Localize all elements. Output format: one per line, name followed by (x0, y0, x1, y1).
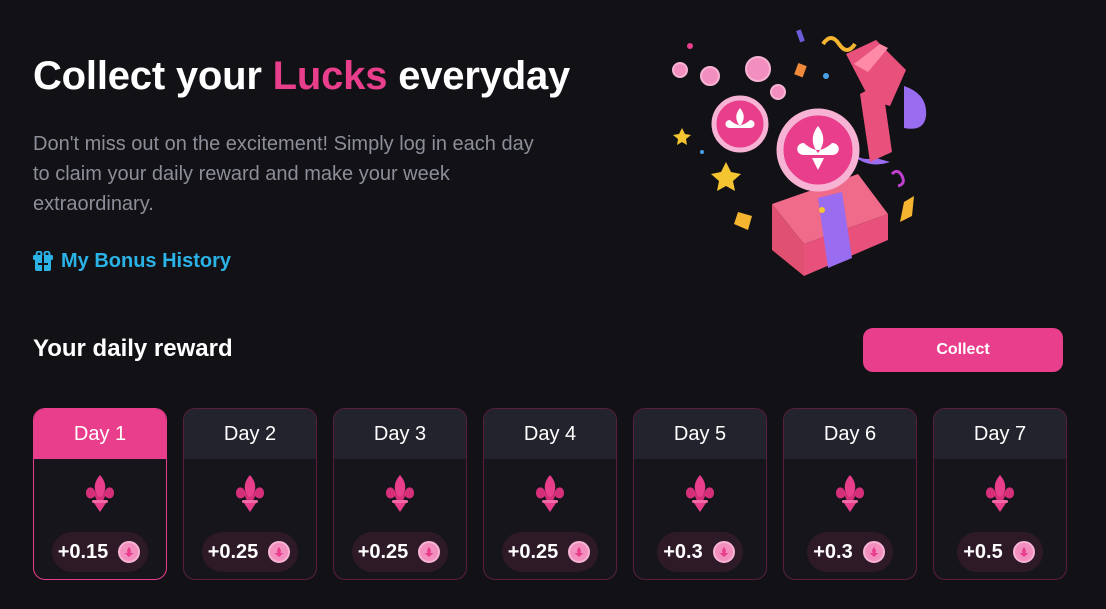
fleur-de-lis-icon (984, 459, 1016, 518)
reward-amount: +0.25 (507, 540, 559, 563)
bonus-history-label: My Bonus History (61, 250, 232, 272)
fleur-de-lis-icon (684, 459, 716, 518)
reward-amount-pill: +0.25 (501, 532, 599, 572)
gift-icon (33, 250, 53, 273)
day-card-1[interactable]: Day 1 +0.15 (33, 408, 167, 580)
day-label: Day 7 (934, 409, 1066, 459)
day-card-3[interactable]: Day 3 +0.25 (333, 408, 467, 580)
title-accent: Lucks (272, 54, 388, 98)
reward-amount: +0.25 (207, 540, 259, 563)
fleur-de-lis-icon (234, 459, 266, 518)
luck-coin-icon (418, 541, 441, 563)
reward-amount: +0.25 (357, 540, 409, 563)
reward-amount-pill: +0.3 (657, 532, 743, 572)
reward-amount-pill: +0.3 (807, 532, 893, 572)
fleur-de-lis-icon (834, 459, 866, 518)
day-card-4[interactable]: Day 4 +0.25 (483, 408, 617, 580)
day-label: Day 6 (784, 409, 916, 459)
reward-amount-pill: +0.25 (201, 532, 299, 572)
day-card-2[interactable]: Day 2 +0.25 (183, 408, 317, 580)
title-suffix: everyday (387, 54, 571, 98)
day-label: Day 5 (634, 409, 766, 459)
fleur-de-lis-icon (534, 459, 566, 518)
day-card-6[interactable]: Day 6 +0.3 (783, 408, 917, 580)
reward-amount-pill: +0.15 (51, 532, 149, 572)
luck-coin-icon (268, 541, 291, 563)
reward-amount: +0.3 (813, 540, 853, 563)
day-label: Day 3 (334, 409, 466, 459)
luck-coin-icon (568, 541, 591, 563)
daily-reward-cards: Day 1 +0.15 Day 2 +0.25 Day 3 +0.25 Day … (33, 408, 1067, 580)
bonus-history-link[interactable]: My Bonus History (33, 250, 231, 273)
fleur-de-lis-icon (384, 459, 416, 518)
daily-reward-title: Your daily reward (33, 335, 233, 362)
gift-box-illustration (668, 24, 948, 280)
page-title: Collect your Lucks everyday (33, 54, 570, 99)
collect-button[interactable]: Collect (863, 328, 1063, 372)
day-label: Day 2 (184, 409, 316, 459)
luck-coin-icon (118, 541, 141, 563)
day-card-7[interactable]: Day 7 +0.5 (933, 408, 1067, 580)
reward-amount: +0.5 (963, 540, 1003, 563)
day-label: Day 1 (34, 409, 166, 459)
reward-amount: +0.15 (57, 540, 109, 563)
reward-amount-pill: +0.5 (957, 532, 1043, 572)
fleur-de-lis-icon (84, 459, 116, 518)
hero-description: Don't miss out on the excitement! Simply… (33, 133, 534, 215)
day-card-5[interactable]: Day 5 +0.3 (633, 408, 767, 580)
day-label: Day 4 (484, 409, 616, 459)
luck-coin-icon (712, 541, 735, 563)
luck-coin-icon (1012, 541, 1035, 563)
reward-amount-pill: +0.25 (351, 532, 449, 572)
reward-amount: +0.3 (663, 540, 703, 563)
title-prefix: Collect your (33, 54, 273, 98)
luck-coin-icon (862, 541, 885, 563)
